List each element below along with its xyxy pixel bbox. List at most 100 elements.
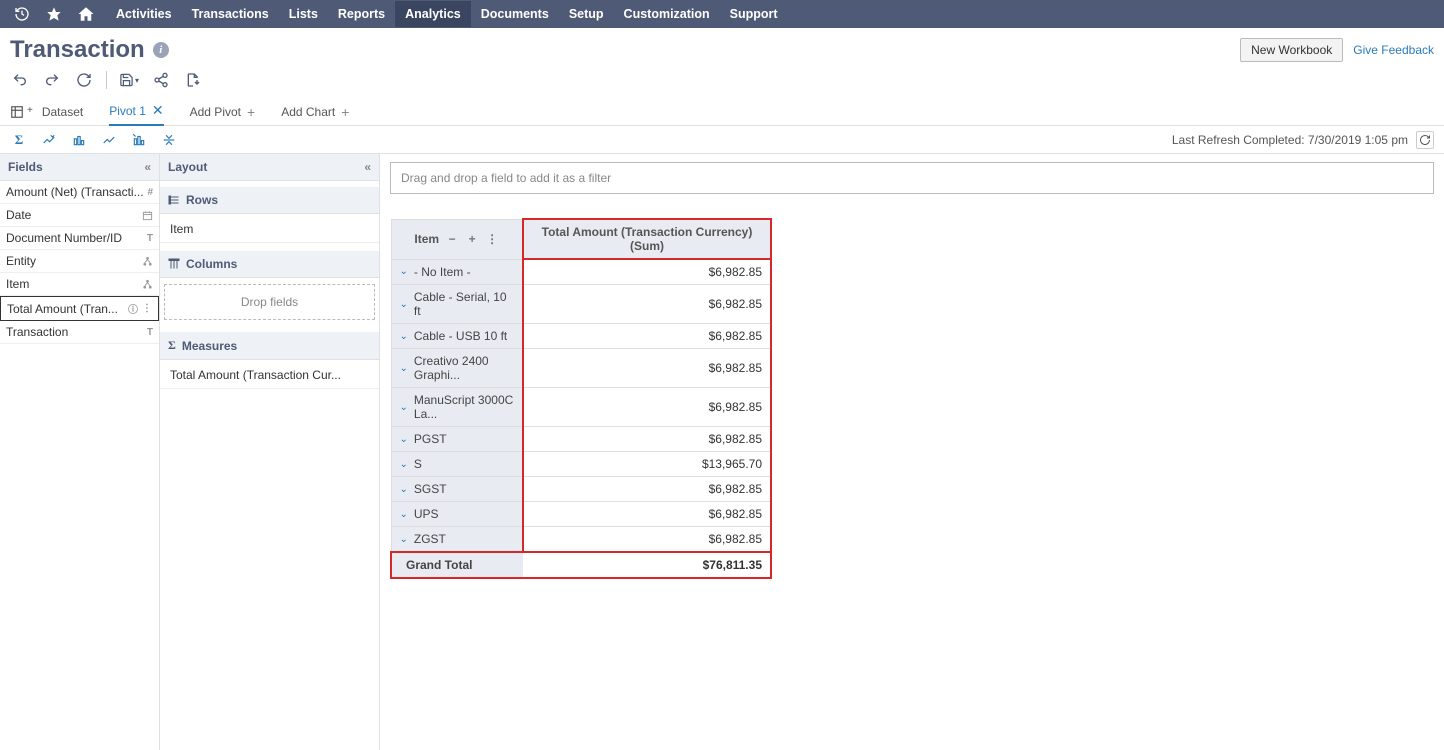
new-workbook-button[interactable]: New Workbook <box>1240 38 1343 62</box>
field-item[interactable]: Item <box>0 273 159 296</box>
nav-item-activities[interactable]: Activities <box>106 1 182 27</box>
chevron-down-icon[interactable]: ⌄ <box>400 331 408 342</box>
save-icon[interactable]: ▾ <box>119 70 139 90</box>
field-label: Transaction <box>6 325 68 339</box>
add-pivot-label: Add Pivot <box>190 105 241 119</box>
field-menu-icon[interactable]: ⋮ <box>142 303 152 314</box>
history-icon[interactable] <box>10 2 34 26</box>
collapse-fields-icon[interactable]: « <box>144 160 151 174</box>
measures-section-header: Σ Measures <box>160 332 379 360</box>
table-row: ⌄ManuScript 3000C La...$6,982.85 <box>391 388 771 427</box>
redo-icon[interactable] <box>42 70 62 90</box>
row-label-cell[interactable]: ⌄- No Item - <box>391 259 523 285</box>
nav-item-lists[interactable]: Lists <box>279 1 328 27</box>
sigma-icon[interactable]: Σ <box>10 131 28 149</box>
tab-pivot1[interactable]: Pivot 1 ✕ <box>109 98 163 126</box>
item-menu-icon[interactable]: ⋮ <box>485 232 499 246</box>
measures-chip[interactable]: Total Amount (Transaction Cur... <box>160 362 379 389</box>
row-label-cell[interactable]: ⌄Cable - USB 10 ft <box>391 324 523 349</box>
share-icon[interactable] <box>151 70 171 90</box>
collapse-layout-icon[interactable]: « <box>364 160 371 174</box>
field-item[interactable]: Entity <box>0 250 159 273</box>
chart-type-4-icon[interactable] <box>130 131 148 149</box>
collapse-all-icon[interactable] <box>160 131 178 149</box>
nav-item-customization[interactable]: Customization <box>614 1 720 27</box>
row-label-cell[interactable]: ⌄ZGST <box>391 527 523 553</box>
main-layout: Fields « Amount (Net) (Transacti...#Date… <box>0 154 1444 750</box>
chevron-down-icon[interactable]: ⌄ <box>400 363 408 374</box>
table-row: ⌄PGST$6,982.85 <box>391 427 771 452</box>
nav-item-transactions[interactable]: Transactions <box>182 1 279 27</box>
add-pivot-button[interactable]: Add Pivot + <box>190 98 256 126</box>
row-label-text: Cable - Serial, 10 ft <box>414 290 514 318</box>
row-label-cell[interactable]: ⌄ ManuScript 3000C La... <box>391 388 523 427</box>
columns-drop-zone[interactable]: Drop fields <box>164 284 375 320</box>
field-item[interactable]: Total Amount (Tran...ⓘ⋮ <box>0 296 159 321</box>
chevron-down-icon[interactable]: ⌄ <box>400 402 408 413</box>
nav-item-reports[interactable]: Reports <box>328 1 395 27</box>
field-item[interactable]: TransactionT <box>0 321 159 344</box>
pivot-table: Item − + ⋮ Total Amount (Transaction Cur… <box>390 218 772 579</box>
home-icon[interactable] <box>74 2 98 26</box>
pivot-measure-header[interactable]: Total Amount (Transaction Currency) (Sum… <box>523 219 771 259</box>
field-label: Item <box>6 277 29 291</box>
table-row: ⌄UPS$6,982.85 <box>391 502 771 527</box>
field-label: Entity <box>6 254 36 268</box>
fields-panel: Fields « Amount (Net) (Transacti...#Date… <box>0 154 160 750</box>
measures-section-label: Measures <box>182 339 237 353</box>
row-label-text: ManuScript 3000C La... <box>414 393 514 421</box>
row-label-cell[interactable]: ⌄UPS <box>391 502 523 527</box>
field-item[interactable]: Document Number/IDT <box>0 227 159 250</box>
undo-icon[interactable] <box>10 70 30 90</box>
star-icon[interactable] <box>42 2 66 26</box>
nav-item-support[interactable]: Support <box>720 1 788 27</box>
give-feedback-link[interactable]: Give Feedback <box>1353 43 1434 57</box>
rows-section-label: Rows <box>186 193 218 207</box>
expand-all-rows-icon[interactable]: + <box>465 232 479 246</box>
chevron-down-icon[interactable]: ⌄ <box>400 266 408 277</box>
collapse-all-rows-icon[interactable]: − <box>445 232 459 246</box>
rows-chip-item[interactable]: Item <box>160 216 379 243</box>
refresh-icon[interactable] <box>74 70 94 90</box>
chart-type-3-icon[interactable] <box>100 131 118 149</box>
row-label-cell[interactable]: ⌄Creativo 2400 Graphi... <box>391 349 523 388</box>
table-row: ⌄SGST$6,982.85 <box>391 477 771 502</box>
chart-type-1-icon[interactable] <box>40 131 58 149</box>
chevron-down-icon[interactable]: ⌄ <box>400 484 408 495</box>
field-type-icon: T <box>147 233 153 244</box>
field-item[interactable]: Amount (Net) (Transacti...# <box>0 181 159 204</box>
field-type-icon <box>142 210 153 221</box>
chevron-down-icon[interactable]: ⌄ <box>400 299 408 310</box>
tab-dataset[interactable]: + Dataset <box>10 98 83 126</box>
chevron-down-icon[interactable]: ⌄ <box>400 509 408 520</box>
chevron-down-icon[interactable]: ⌄ <box>400 459 408 470</box>
info-icon[interactable]: i <box>153 42 169 58</box>
row-label-cell[interactable]: ⌄ Cable - Serial, 10 ft <box>391 285 523 324</box>
nav-item-documents[interactable]: Documents <box>471 1 559 27</box>
table-row: ⌄ZGST$6,982.85 <box>391 527 771 553</box>
chevron-down-icon[interactable]: ⌄ <box>400 434 408 445</box>
fields-panel-title: Fields <box>8 160 43 174</box>
row-label-cell[interactable]: ⌄S <box>391 452 523 477</box>
close-tab-icon[interactable]: ✕ <box>152 102 164 119</box>
tab-row: + Dataset Pivot 1 ✕ Add Pivot + Add Char… <box>0 98 1444 126</box>
filter-drop-bar[interactable]: Drag and drop a field to add it as a fil… <box>390 162 1434 194</box>
field-item[interactable]: Date <box>0 204 159 227</box>
nav-item-setup[interactable]: Setup <box>559 1 614 27</box>
table-row: ⌄Cable - USB 10 ft$6,982.85 <box>391 324 771 349</box>
plus-icon: + <box>341 104 349 120</box>
nav-item-analytics[interactable]: Analytics <box>395 1 471 27</box>
tab-pivot1-label: Pivot 1 <box>109 104 146 118</box>
add-chart-button[interactable]: Add Chart + <box>281 98 349 126</box>
export-icon[interactable] <box>183 70 203 90</box>
refresh-button[interactable] <box>1416 131 1434 149</box>
layout-panel: Layout « Rows Item Columns Drop fields Σ… <box>160 154 380 750</box>
fields-panel-header: Fields « <box>0 154 159 181</box>
row-label-cell[interactable]: ⌄PGST <box>391 427 523 452</box>
chevron-down-icon[interactable]: ⌄ <box>400 534 408 545</box>
info-icon[interactable]: ⓘ <box>128 301 138 316</box>
row-label-cell[interactable]: ⌄SGST <box>391 477 523 502</box>
pivot-item-header[interactable]: Item − + ⋮ <box>391 219 523 259</box>
chart-type-2-icon[interactable] <box>70 131 88 149</box>
value-cell: $13,965.70 <box>523 452 771 477</box>
